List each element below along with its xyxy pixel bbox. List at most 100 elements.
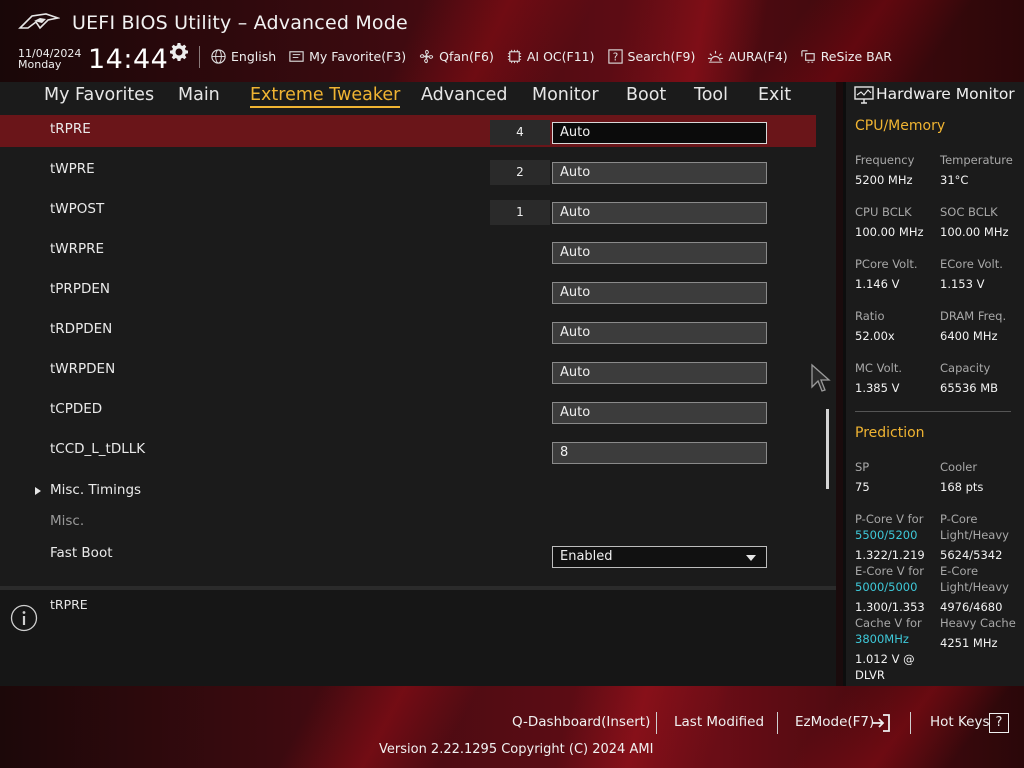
hw-label: Ratio [855, 309, 885, 323]
hw-value: 31°C [940, 173, 969, 187]
tab-exit[interactable]: Exit [758, 85, 791, 105]
hw-label: SOC BCLK [940, 205, 998, 219]
value-field[interactable]: Auto [552, 402, 767, 424]
hw-sp: SP 75 [855, 459, 941, 495]
value-field[interactable]: Auto [552, 122, 767, 144]
value-field[interactable]: Auto [552, 362, 767, 384]
hardware-monitor-title: Hardware Monitor [876, 85, 1015, 103]
submenu-label: Misc. Timings [50, 482, 142, 498]
date-display[interactable]: 11/04/2024 Monday [18, 48, 81, 70]
hw-value: 168 pts [940, 480, 984, 494]
hw-label: P-Core [940, 512, 978, 526]
mouse-cursor-icon [811, 363, 831, 392]
hw-accent-value: 5000/5000 [855, 580, 918, 594]
hw-soc-bclk: SOC BCLK 100.00 MHz [940, 204, 1024, 240]
setting-row-trpre[interactable]: tRPRE 4 Auto [0, 115, 816, 147]
tab-advanced[interactable]: Advanced [421, 85, 507, 105]
search-button[interactable]: ? Search(F9) [607, 48, 696, 65]
submenu-misc-timings[interactable]: Misc. Timings [0, 476, 816, 508]
hw-value: 1.322/1.219 [855, 548, 925, 562]
language-button[interactable]: English [210, 48, 276, 65]
resize-bar-button[interactable]: ReSize BAR [800, 48, 892, 65]
setting-label: tWRPRE [50, 241, 105, 257]
setting-label: tWPOST [50, 201, 105, 217]
setting-label: tCCD_L_tDLLK [50, 441, 146, 457]
hw-pcore-volt: PCore Volt. 1.146 V [855, 256, 941, 292]
ai-oc-button[interactable]: AI OC(F11) [506, 48, 595, 65]
setting-row-tprpden[interactable]: tPRPDEN Auto [0, 275, 816, 307]
setting-row-twrpden[interactable]: tWRPDEN Auto [0, 355, 816, 387]
tab-main[interactable]: Main [178, 85, 220, 105]
setting-row-twpost[interactable]: tWPOST 1 Auto [0, 195, 816, 227]
hw-accent-value: 5500/5200 [855, 528, 918, 542]
tab-boot[interactable]: Boot [626, 85, 666, 105]
app-title: UEFI BIOS Utility – Advanced Mode [72, 12, 408, 34]
resize-bar-icon [801, 49, 815, 63]
hw-cache-v-for: Cache V for 3800MHz 1.012 V @ DLVR [855, 615, 941, 683]
value-field[interactable]: Auto [552, 202, 767, 224]
group-label: Misc. [50, 513, 85, 529]
last-modified-button[interactable]: Last Modified [674, 714, 764, 730]
setting-row-tcpded[interactable]: tCPDED Auto [0, 395, 816, 427]
qfan-label: Qfan(F6) [439, 48, 494, 64]
exit-to-ezmode-icon[interactable] [871, 713, 891, 733]
scrollbar[interactable] [826, 409, 829, 489]
tab-my-favorites[interactable]: My Favorites [44, 85, 154, 105]
rog-logo [18, 13, 60, 30]
setting-row-twrpre[interactable]: tWRPRE Auto [0, 235, 816, 267]
hw-label: PCore Volt. [855, 257, 918, 271]
cpu-memory-heading: CPU/Memory [855, 118, 946, 134]
gear-icon[interactable] [169, 42, 189, 62]
hw-label: Cache V for [855, 616, 922, 630]
nav-tabs: My Favorites Main Extreme Tweaker Advanc… [0, 82, 836, 114]
value-field[interactable]: Auto [552, 162, 767, 184]
hw-ecore-volt: ECore Volt. 1.153 V [940, 256, 1024, 292]
qfan-button[interactable]: Qfan(F6) [418, 48, 494, 65]
value-field[interactable]: 8 [552, 442, 767, 464]
fast-boot-dropdown[interactable]: Enabled [552, 546, 767, 568]
tab-tool[interactable]: Tool [694, 85, 728, 105]
footer-divider [910, 712, 911, 734]
aura-button[interactable]: AURA(F4) [707, 48, 788, 65]
setting-row-tccd-l-tdllk[interactable]: tCCD_L_tDLLK 8 [0, 435, 816, 467]
hw-value: 1.012 V @ [855, 652, 915, 666]
hw-label: E-Core [940, 564, 979, 578]
setting-label: tRPRE [50, 121, 91, 137]
my-favorite-button[interactable]: My Favorite(F3) [288, 48, 406, 65]
value-field[interactable]: Auto [552, 282, 767, 304]
hw-temperature: Temperature 31°C [940, 152, 1024, 188]
main-panel: My Favorites Main Extreme Tweaker Advanc… [0, 82, 836, 686]
hw-ratio: Ratio 52.00x [855, 308, 941, 344]
value-field[interactable]: Auto [552, 322, 767, 344]
tab-monitor[interactable]: Monitor [532, 85, 599, 105]
hw-divider [855, 411, 1011, 412]
prediction-heading: Prediction [855, 425, 925, 441]
setting-row-twpre[interactable]: tWPRE 2 Auto [0, 155, 816, 187]
tab-extreme-tweaker[interactable]: Extreme Tweaker [250, 85, 401, 108]
clock-time[interactable]: 14:44 [88, 44, 168, 75]
version-text: Version 2.22.1295 Copyright (C) 2024 AMI [379, 742, 654, 757]
favorite-icon [289, 50, 304, 62]
setting-row-fast-boot[interactable]: Fast Boot Enabled [0, 539, 816, 571]
hw-value: 5200 MHz [855, 173, 913, 187]
search-label: Search(F9) [627, 48, 696, 64]
hw-cooler: Cooler 168 pts [940, 459, 1024, 495]
language-label: English [231, 48, 277, 64]
hw-frequency: Frequency 5200 MHz [855, 152, 941, 188]
chevron-right-icon [35, 487, 41, 495]
day-text: Monday [18, 58, 62, 71]
hw-label: Cooler [940, 460, 978, 474]
hw-label: Light/Heavy [940, 580, 1009, 594]
help-question-icon[interactable]: ? [989, 713, 1009, 733]
setting-row-trdpden[interactable]: tRDPDEN Auto [0, 315, 816, 347]
info-icon [10, 604, 38, 632]
q-dashboard-button[interactable]: Q-Dashboard(Insert) [512, 714, 650, 730]
hw-value: DLVR [855, 668, 885, 682]
value-field[interactable]: Auto [552, 242, 767, 264]
ezmode-button[interactable]: EzMode(F7) [795, 714, 874, 730]
hw-value: 6400 MHz [940, 329, 998, 343]
ai-oc-label: AI OC(F11) [526, 48, 595, 64]
hot-keys-button[interactable]: Hot Keys [930, 714, 990, 730]
hardware-monitor: Hardware Monitor CPU/Memory Frequency 52… [843, 82, 1024, 686]
footer-bar: Q-Dashboard(Insert) Last Modified EzMode… [0, 686, 1024, 768]
